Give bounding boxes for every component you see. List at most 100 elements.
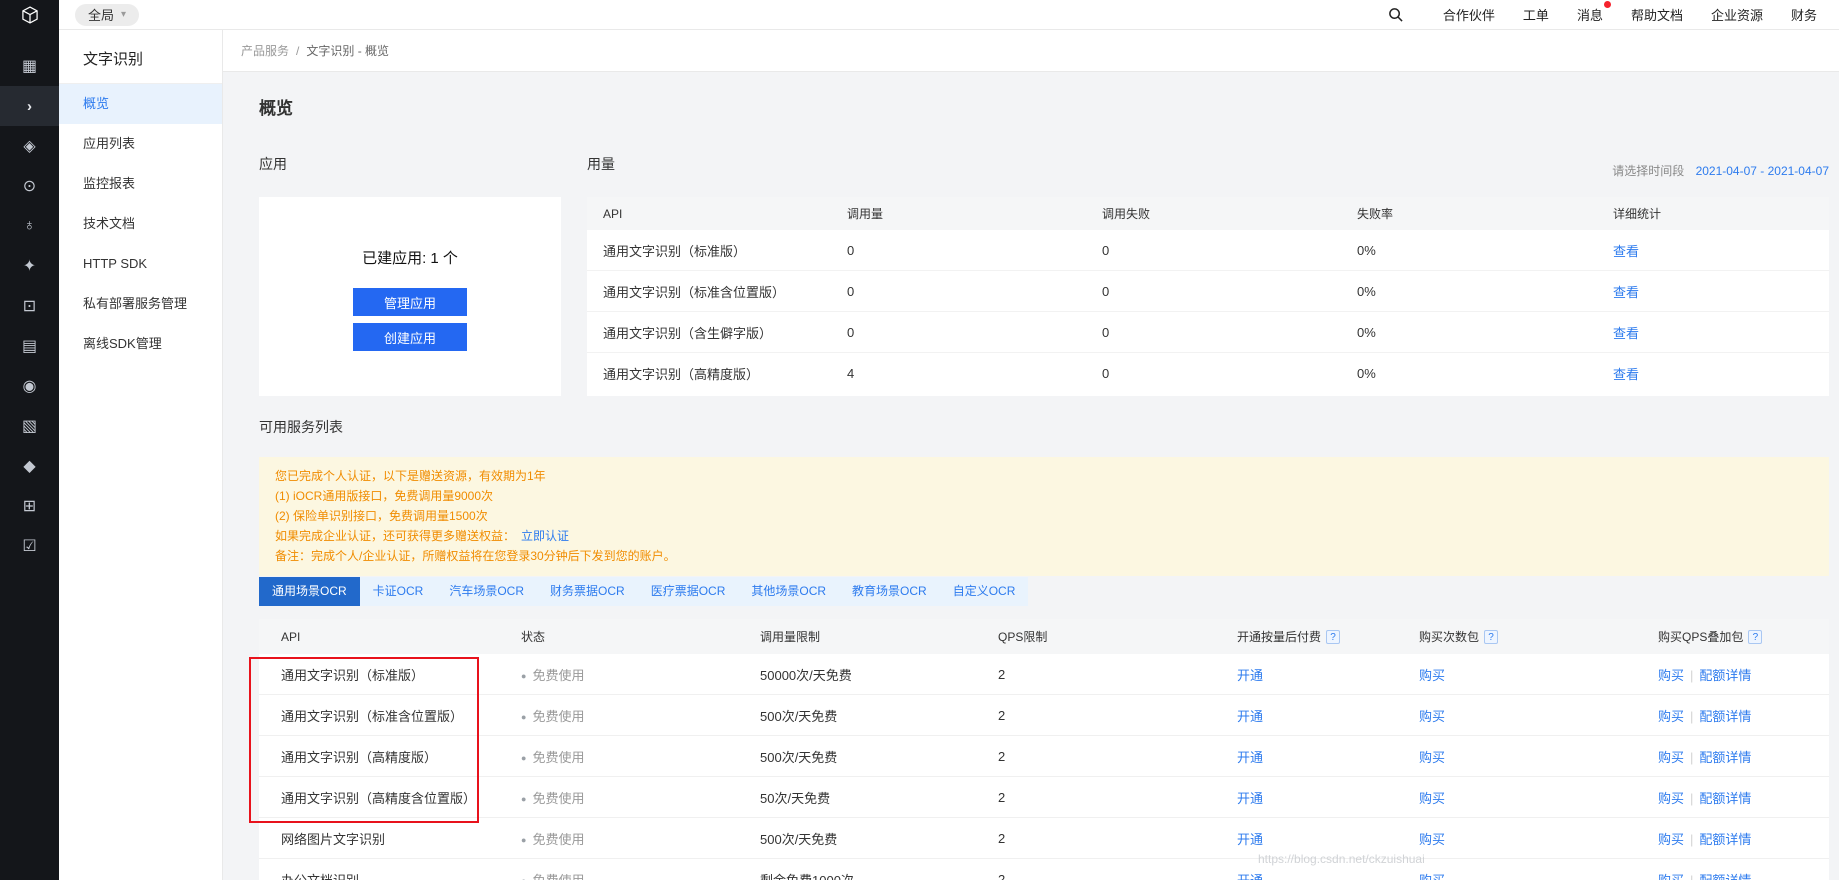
- usage-col-calls: 调用量: [847, 205, 1102, 222]
- tab-other-ocr[interactable]: 其他场景OCR: [738, 577, 839, 606]
- usage-col-fail-rate: 失败率: [1357, 205, 1613, 222]
- buy-qps-pack-link[interactable]: 购买: [1658, 709, 1684, 724]
- buy-pack-link[interactable]: 购买: [1419, 709, 1445, 724]
- usage-calls: 0: [847, 325, 1102, 340]
- certify-now-link[interactable]: 立即认证: [521, 529, 569, 543]
- nav-partners[interactable]: 合作伙伴: [1443, 5, 1495, 24]
- view-detail-link[interactable]: 查看: [1613, 244, 1639, 259]
- open-postpaid-link[interactable]: 开通: [1237, 668, 1263, 683]
- breadcrumb-separator: /: [296, 44, 299, 58]
- tab-custom-ocr[interactable]: 自定义OCR: [940, 577, 1029, 606]
- open-postpaid-link[interactable]: 开通: [1237, 791, 1263, 806]
- sidebar-item-http-sdk[interactable]: HTTP SDK: [59, 244, 222, 284]
- collapse-chevron-icon[interactable]: ›: [0, 86, 59, 126]
- globe-icon[interactable]: ♁: [0, 206, 59, 246]
- buy-pack-link[interactable]: 购买: [1419, 832, 1445, 847]
- view-detail-link[interactable]: 查看: [1613, 367, 1639, 382]
- services-table: API 状态 调用量限制 QPS限制 开通按量后付费? 购买次数包? 购买QPS…: [259, 619, 1829, 880]
- usage-table-row: 通用文字识别（标准版） 0 0 0% 查看: [587, 230, 1829, 271]
- buy-pack-link[interactable]: 购买: [1419, 791, 1445, 806]
- quality-check-icon[interactable]: ☑: [0, 526, 59, 566]
- services-table-header: API 状态 调用量限制 QPS限制 开通按量后付费? 购买次数包? 购买QPS…: [259, 619, 1829, 654]
- quota-detail-link[interactable]: 配额详情: [1699, 873, 1751, 880]
- breadcrumb-products[interactable]: 产品服务: [241, 42, 289, 59]
- nav-enterprise-resources[interactable]: 企业资源: [1711, 5, 1763, 24]
- buy-qps-pack-link[interactable]: 购买: [1658, 791, 1684, 806]
- buy-pack-link[interactable]: 购买: [1419, 668, 1445, 683]
- tab-card-ocr[interactable]: 卡证OCR: [360, 577, 437, 606]
- quota-detail-link[interactable]: 配额详情: [1699, 791, 1751, 806]
- sidebar-item-private-deploy[interactable]: 私有部署服务管理: [59, 284, 222, 324]
- open-postpaid-link[interactable]: 开通: [1237, 873, 1263, 880]
- date-range-value[interactable]: 2021-04-07 - 2021-04-07: [1696, 164, 1829, 178]
- quota-detail-link[interactable]: 配额详情: [1699, 668, 1751, 683]
- open-postpaid-link[interactable]: 开通: [1237, 750, 1263, 765]
- svc-col-buy-pack: 购买次数包?: [1419, 628, 1658, 645]
- nav-finance[interactable]: 财务: [1791, 5, 1817, 24]
- services-section-label: 可用服务列表: [259, 417, 343, 437]
- quota-detail-link[interactable]: 配额详情: [1699, 832, 1751, 847]
- tab-vehicle-ocr[interactable]: 汽车场景OCR: [436, 577, 537, 606]
- service-status: ●免费使用: [521, 665, 760, 684]
- notice-line: 备注：完成个人/企业认证，所赠权益将在您登录30分钟后下发到您的账户。: [275, 546, 1813, 566]
- sidebar-item-offline-sdk[interactable]: 离线SDK管理: [59, 324, 222, 364]
- service-status: ●免费使用: [521, 870, 760, 880]
- buy-qps-pack-link[interactable]: 购买: [1658, 668, 1684, 683]
- app-section-label: 应用: [259, 154, 287, 174]
- service-row: 网络图片文字识别 ●免费使用 500次/天免费 2 开通 购买 购买|配额详情: [259, 818, 1829, 859]
- svc-col-postpaid: 开通按量后付费?: [1237, 628, 1419, 645]
- dashboard-icon[interactable]: ▦: [0, 46, 59, 86]
- speech-icon[interactable]: ⊙: [0, 166, 59, 206]
- tab-finance-ocr[interactable]: 财务票据OCR: [537, 577, 638, 606]
- link-separator: |: [1690, 750, 1693, 765]
- tab-education-ocr[interactable]: 教育场景OCR: [839, 577, 940, 606]
- manage-app-button[interactable]: 管理应用: [353, 288, 467, 316]
- security-icon[interactable]: ◆: [0, 446, 59, 486]
- quota-detail-link[interactable]: 配额详情: [1699, 750, 1751, 765]
- tab-medical-ocr[interactable]: 医疗票据OCR: [638, 577, 739, 606]
- ai-spark-icon[interactable]: ✦: [0, 246, 59, 286]
- image-search-icon[interactable]: ▧: [0, 406, 59, 446]
- nav-help-docs[interactable]: 帮助文档: [1631, 5, 1683, 24]
- workflow-icon[interactable]: ◈: [0, 126, 59, 166]
- link-separator: |: [1690, 873, 1693, 880]
- chevron-down-icon: ▾: [121, 9, 126, 20]
- service-limit: 500次/天免费: [760, 829, 998, 848]
- buy-qps-pack-link[interactable]: 购买: [1658, 750, 1684, 765]
- image-recognition-icon[interactable]: ▤: [0, 326, 59, 366]
- create-app-button[interactable]: 创建应用: [353, 323, 467, 351]
- help-icon[interactable]: ?: [1748, 630, 1762, 644]
- buy-qps-pack-link[interactable]: 购买: [1658, 873, 1684, 880]
- text-recognition-icon[interactable]: ⊡: [0, 286, 59, 326]
- sidebar-item-app-list[interactable]: 应用列表: [59, 124, 222, 164]
- help-icon[interactable]: ?: [1326, 630, 1340, 644]
- open-postpaid-link[interactable]: 开通: [1237, 709, 1263, 724]
- usage-calls: 0: [847, 284, 1102, 299]
- baidu-cloud-logo-icon[interactable]: [0, 0, 59, 30]
- buy-pack-link[interactable]: 购买: [1419, 750, 1445, 765]
- quota-detail-link[interactable]: 配额详情: [1699, 709, 1751, 724]
- help-icon[interactable]: ?: [1484, 630, 1498, 644]
- service-row: 通用文字识别（高精度含位置版） ●免费使用 50次/天免费 2 开通 购买 购买…: [259, 777, 1829, 818]
- buy-qps-pack-link[interactable]: 购买: [1658, 832, 1684, 847]
- search-icon[interactable]: [1388, 7, 1403, 22]
- notice-line: (2) 保险单识别接口，免费调用量1500次: [275, 506, 1813, 526]
- service-api-name: 通用文字识别（标准含位置版）: [259, 706, 521, 725]
- scope-selector[interactable]: 全局 ▾: [75, 4, 139, 26]
- service-status: ●免费使用: [521, 706, 760, 725]
- view-detail-link[interactable]: 查看: [1613, 326, 1639, 341]
- nav-tickets[interactable]: 工单: [1523, 5, 1549, 24]
- sidebar-item-overview[interactable]: 概览: [59, 84, 222, 124]
- app-center-icon[interactable]: ⊞: [0, 486, 59, 526]
- buy-pack-link[interactable]: 购买: [1419, 873, 1445, 880]
- service-row: 通用文字识别（标准版） ●免费使用 50000次/天免费 2 开通 购买 购买|…: [259, 654, 1829, 695]
- product-rail: ▦ › ◈ ⊙ ♁ ✦ ⊡ ▤ ◉ ▧ ◆ ⊞ ☑: [0, 0, 59, 880]
- sidebar-item-monitor-report[interactable]: 监控报表: [59, 164, 222, 204]
- open-postpaid-link[interactable]: 开通: [1237, 832, 1263, 847]
- nav-messages[interactable]: 消息: [1577, 5, 1603, 24]
- date-range-picker: 请选择时间段 2021-04-07 - 2021-04-07: [1612, 162, 1829, 179]
- content-review-icon[interactable]: ◉: [0, 366, 59, 406]
- tab-general-ocr[interactable]: 通用场景OCR: [259, 577, 360, 606]
- sidebar-item-tech-docs[interactable]: 技术文档: [59, 204, 222, 244]
- view-detail-link[interactable]: 查看: [1613, 285, 1639, 300]
